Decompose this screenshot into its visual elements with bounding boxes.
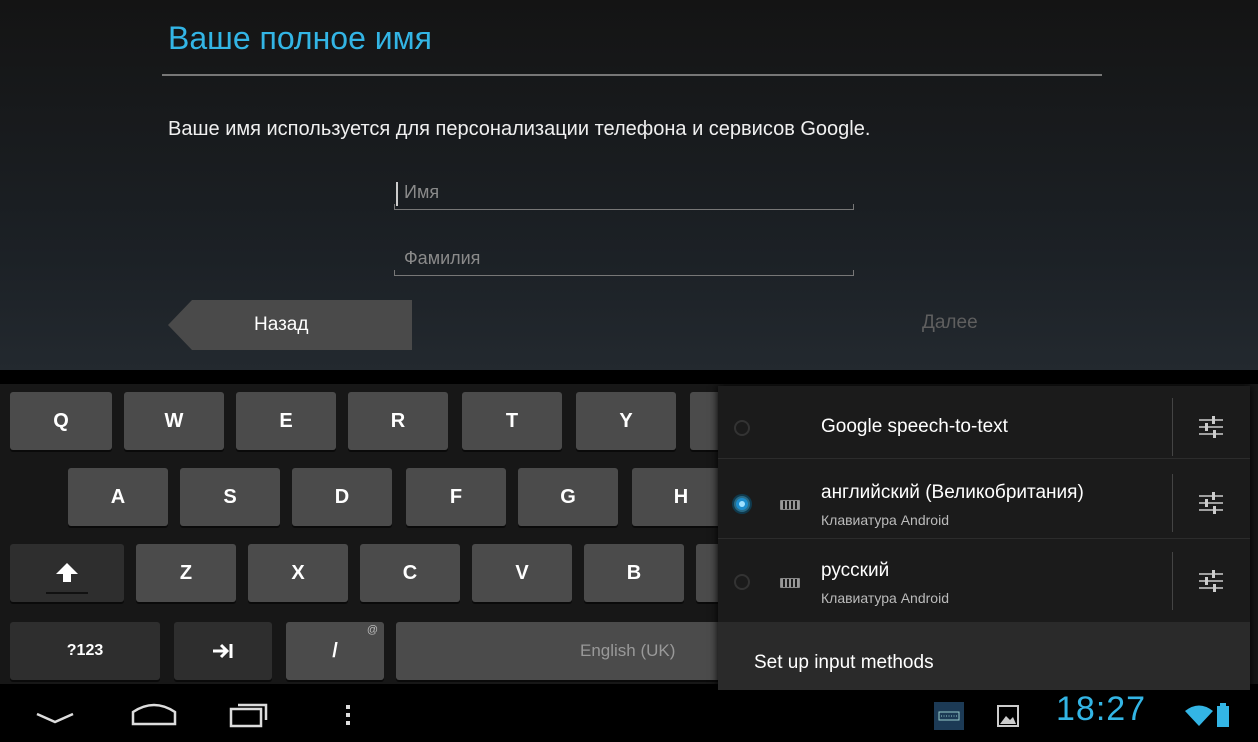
shift-icon [56,563,78,582]
key-t[interactable]: T [462,392,562,450]
ime-option-name: русский [821,560,890,581]
keyboard-status[interactable] [934,702,964,730]
key-a[interactable]: A [68,468,168,526]
key-q[interactable]: Q [10,392,112,450]
row-separator [718,538,1250,539]
ime-option-speech[interactable]: Google speech-to-text [718,390,1250,466]
key-e[interactable]: E [236,392,336,450]
title-divider [162,74,1102,76]
last-name-field[interactable]: Фамилия [394,246,854,276]
ime-radio[interactable] [734,420,750,436]
ime-option-subtitle: Клавиатура Android [821,512,949,528]
key-f[interactable]: F [406,468,506,526]
field-tick [853,204,854,210]
key-z[interactable]: Z [136,544,236,602]
ime-option-name: Google speech-to-text [821,416,1008,437]
back-button-label: Назад [254,314,309,335]
space-key-label: English (UK) [580,641,676,660]
key-w[interactable]: W [124,392,224,450]
ime-option-name: английский (Великобритания) [821,482,1084,503]
key-c[interactable]: C [360,544,460,602]
ime-option-english-uk[interactable]: английский (Великобритания) Клавиатура A… [718,466,1250,542]
key-x[interactable]: X [248,544,348,602]
key-b[interactable]: B [584,544,684,602]
slash-key[interactable]: / @ [286,622,384,680]
clock[interactable]: 18:27 [1056,690,1146,729]
keyboard-icon [780,500,800,510]
next-button[interactable]: Далее [922,312,978,334]
tab-key[interactable] [174,622,272,680]
text-cursor [396,182,398,206]
image-icon[interactable] [996,704,1020,728]
ime-option-russian[interactable]: русский Клавиатура Android [718,544,1250,620]
last-name-placeholder: Фамилия [404,248,481,268]
field-underline [394,275,854,276]
row-divider [1172,474,1173,532]
space-key[interactable]: English (UK) [396,622,730,680]
screen: Ваше полное имя Ваше имя используется дл… [0,0,1258,742]
keyboard-icon [938,711,960,721]
ime-radio[interactable] [734,574,750,590]
recent-apps-icon[interactable] [228,700,272,728]
set-up-input-methods-label: Set up input methods [754,652,934,673]
wifi-icon [1185,705,1213,726]
set-up-input-methods[interactable]: Set up input methods [718,622,1250,700]
settings-sliders-icon[interactable] [1198,490,1224,516]
field-tick [394,204,395,210]
home-nav-icon[interactable] [130,700,178,726]
row-separator [718,458,1250,459]
key-v[interactable]: V [472,544,572,602]
first-name-field[interactable]: Имя [394,180,854,210]
first-name-placeholder: Имя [404,182,440,202]
slash-key-alt: @ [366,624,378,636]
row-divider [1172,552,1173,610]
menu-icon[interactable] [344,704,352,726]
field-tick [394,270,395,276]
keyboard-icon [780,578,800,588]
ime-option-subtitle: Клавиатура Android [821,590,949,606]
page-title: Ваше полное имя [168,20,432,56]
key-d[interactable]: D [292,468,392,526]
tab-icon [213,643,233,659]
key-g[interactable]: G [518,468,618,526]
field-underline [394,209,854,210]
row-divider [1172,398,1173,456]
key-y[interactable]: Y [576,392,676,450]
back-nav-icon[interactable] [34,708,76,728]
field-tick [853,270,854,276]
input-method-popup: Google speech-to-text английский (Велико… [718,386,1250,700]
key-h[interactable]: H [632,468,730,526]
symbols-key[interactable]: ?123 [10,622,160,680]
key-r[interactable]: R [348,392,448,450]
settings-sliders-icon[interactable] [1198,568,1224,594]
shift-key[interactable] [10,544,124,602]
key-s[interactable]: S [180,468,280,526]
ime-radio-selected[interactable] [734,496,750,512]
system-navigation-bar: 18:27 [0,690,1258,742]
slash-key-label: / [332,639,338,662]
settings-sliders-icon[interactable] [1198,414,1224,440]
back-button[interactable]: Назад [160,300,412,350]
setup-panel: Ваше полное имя Ваше имя используется дл… [0,0,1258,370]
description-text: Ваше имя используется для персонализации… [168,118,871,140]
shift-indicator [46,592,88,594]
battery-icon [1217,703,1229,727]
